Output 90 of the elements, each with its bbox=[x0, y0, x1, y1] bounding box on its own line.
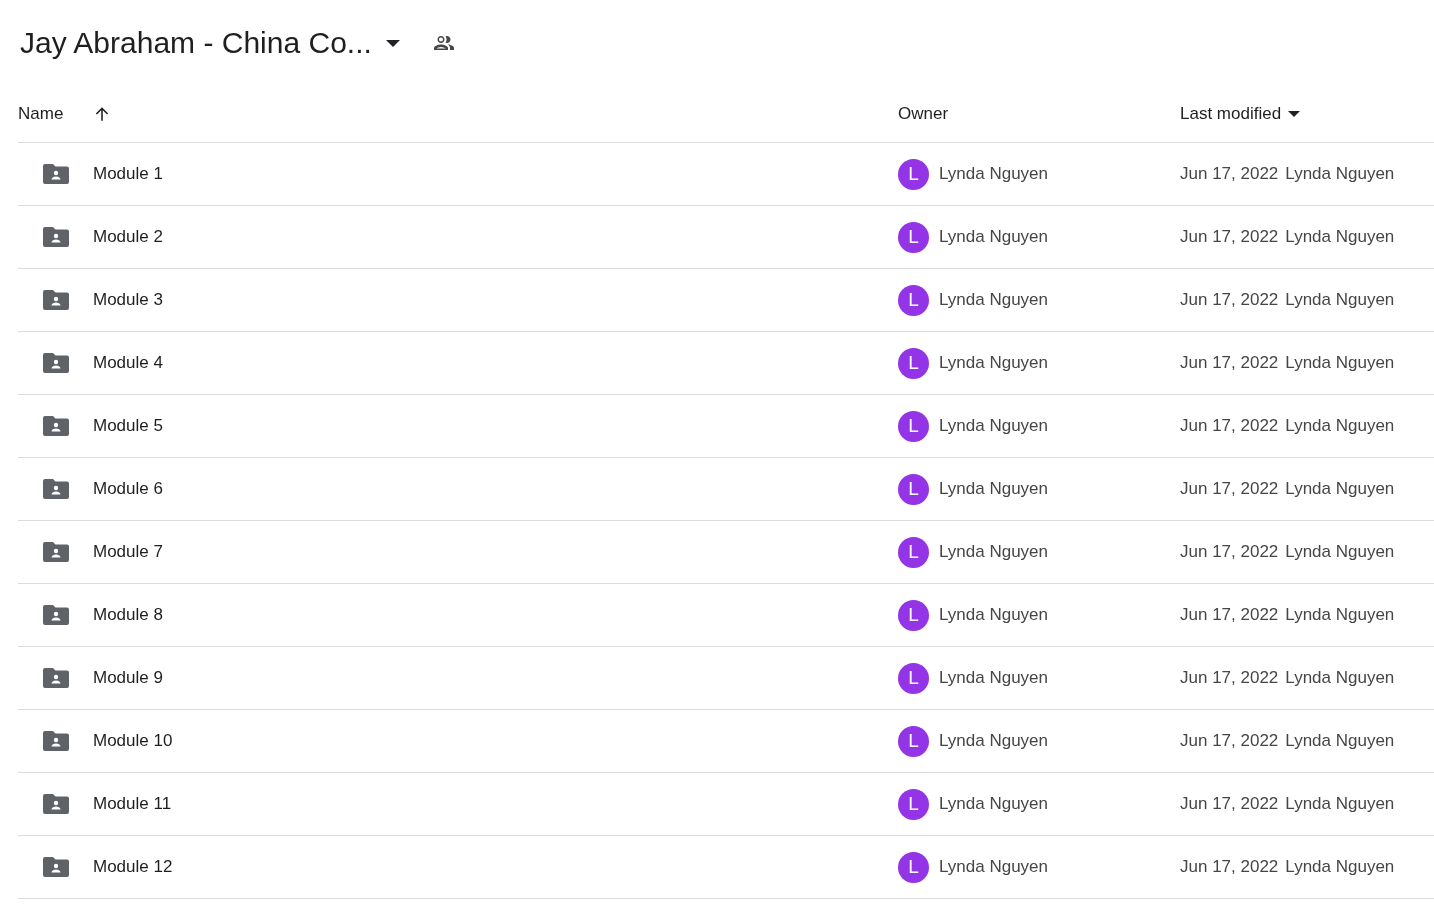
folder-name: Module 5 bbox=[93, 416, 163, 436]
last-modified-column-header[interactable]: Last modified bbox=[1180, 104, 1282, 124]
folder-title-button[interactable]: Jay Abraham - China Co... bbox=[18, 26, 404, 60]
folder-name: Module 2 bbox=[93, 227, 163, 247]
folder-name: Module 10 bbox=[93, 731, 173, 751]
modified-by: Lynda Nguyen bbox=[1285, 605, 1395, 625]
folder-name: Module 8 bbox=[93, 605, 163, 625]
shared-folder-icon bbox=[43, 416, 69, 436]
owner-name: Lynda Nguyen bbox=[939, 542, 1048, 562]
shared-folder-icon bbox=[43, 164, 69, 184]
avatar: L bbox=[898, 788, 929, 820]
modified-by: Lynda Nguyen bbox=[1285, 668, 1395, 688]
owner-name: Lynda Nguyen bbox=[939, 857, 1048, 877]
avatar: L bbox=[898, 851, 929, 883]
modified-date: Jun 17, 2022 bbox=[1180, 416, 1279, 436]
owner-name: Lynda Nguyen bbox=[939, 227, 1048, 247]
modified-date: Jun 17, 2022 bbox=[1180, 353, 1279, 373]
modified-by: Lynda Nguyen bbox=[1285, 227, 1395, 247]
avatar: L bbox=[898, 284, 929, 316]
folder-row[interactable]: Module 6 L Lynda Nguyen Jun 17, 2022 Lynda Nguyen bbox=[18, 458, 1434, 521]
modified-by: Lynda Nguyen bbox=[1285, 542, 1395, 562]
folder-row[interactable]: Module 2 L Lynda Nguyen Jun 17, 2022 Lynda Nguyen bbox=[18, 206, 1434, 269]
modified-date: Jun 17, 2022 bbox=[1180, 605, 1279, 625]
shared-folder-icon bbox=[43, 794, 69, 814]
owner-name: Lynda Nguyen bbox=[939, 164, 1048, 184]
shared-folder-icon bbox=[43, 668, 69, 688]
shared-folder-icon bbox=[43, 227, 69, 247]
folder-name: Module 1 bbox=[93, 164, 163, 184]
modified-date: Jun 17, 2022 bbox=[1180, 227, 1279, 247]
name-column-header[interactable]: Name bbox=[18, 104, 64, 124]
modified-date: Jun 17, 2022 bbox=[1180, 857, 1279, 877]
shared-folder-icon bbox=[43, 290, 69, 310]
folder-row[interactable]: Module 1 L Lynda Nguyen Jun 17, 2022 Lynda Nguyen bbox=[18, 143, 1434, 206]
folder-row[interactable]: Module 11 L Lynda Nguyen Jun 17, 2022 Lynda Nguyen bbox=[18, 773, 1434, 836]
folder-row[interactable]: Module 8 L Lynda Nguyen Jun 17, 2022 Lynda Nguyen bbox=[18, 584, 1434, 647]
folder-row[interactable]: Module 5 L Lynda Nguyen Jun 17, 2022 Lynda Nguyen bbox=[18, 395, 1434, 458]
folder-row[interactable]: Module 9 L Lynda Nguyen Jun 17, 2022 Lynda Nguyen bbox=[18, 647, 1434, 710]
folder-name: Module 3 bbox=[93, 290, 163, 310]
modified-date: Jun 17, 2022 bbox=[1180, 290, 1279, 310]
owner-name: Lynda Nguyen bbox=[939, 794, 1048, 814]
avatar: L bbox=[898, 536, 929, 568]
folder-name: Module 4 bbox=[93, 353, 163, 373]
folder-row[interactable]: Module 4 L Lynda Nguyen Jun 17, 2022 Lynda Nguyen bbox=[18, 332, 1434, 395]
modified-date: Jun 17, 2022 bbox=[1180, 668, 1279, 688]
avatar: L bbox=[898, 662, 929, 694]
folder-name: Module 12 bbox=[93, 857, 173, 877]
folder-row[interactable]: Module 3 L Lynda Nguyen Jun 17, 2022 Lynda Nguyen bbox=[18, 269, 1434, 332]
modified-by: Lynda Nguyen bbox=[1285, 479, 1395, 499]
avatar: L bbox=[898, 599, 929, 631]
avatar: L bbox=[898, 410, 929, 442]
modified-date: Jun 17, 2022 bbox=[1180, 731, 1279, 751]
modified-date: Jun 17, 2022 bbox=[1180, 542, 1279, 562]
modified-date: Jun 17, 2022 bbox=[1180, 164, 1279, 184]
avatar: L bbox=[898, 473, 929, 505]
owner-name: Lynda Nguyen bbox=[939, 668, 1048, 688]
owner-column-header: Owner bbox=[898, 104, 949, 124]
owner-name: Lynda Nguyen bbox=[939, 353, 1048, 373]
avatar: L bbox=[898, 347, 929, 379]
folder-row[interactable]: Module 10 L Lynda Nguyen Jun 17, 2022 Lynda Nguyen bbox=[18, 710, 1434, 773]
owner-name: Lynda Nguyen bbox=[939, 416, 1048, 436]
owner-name: Lynda Nguyen bbox=[939, 731, 1048, 751]
folder-name: Module 11 bbox=[93, 794, 172, 814]
modified-date: Jun 17, 2022 bbox=[1180, 794, 1279, 814]
folder-name: Module 6 bbox=[93, 479, 163, 499]
caret-icon bbox=[385, 39, 400, 47]
modified-by: Lynda Nguyen bbox=[1285, 416, 1395, 436]
folder-name: Module 7 bbox=[93, 542, 163, 562]
modified-by: Lynda Nguyen bbox=[1285, 353, 1395, 373]
avatar: L bbox=[898, 221, 929, 253]
owner-name: Lynda Nguyen bbox=[939, 290, 1048, 310]
modified-by: Lynda Nguyen bbox=[1285, 164, 1395, 184]
shared-folder-icon bbox=[43, 731, 69, 751]
shared-folder-icon bbox=[43, 479, 69, 499]
caret-icon[interactable] bbox=[1288, 111, 1301, 117]
avatar: L bbox=[898, 158, 929, 190]
avatar: L bbox=[898, 725, 929, 757]
owner-name: Lynda Nguyen bbox=[939, 605, 1048, 625]
folder-name: Module 9 bbox=[93, 668, 163, 688]
folder-row[interactable]: Module 12 L Lynda Nguyen Jun 17, 2022 Lynda Nguyen bbox=[18, 836, 1434, 899]
modified-by: Lynda Nguyen bbox=[1285, 731, 1395, 751]
shared-folder-icon bbox=[43, 857, 69, 877]
modified-date: Jun 17, 2022 bbox=[1180, 479, 1279, 499]
shared-folder-icon bbox=[43, 542, 69, 562]
owner-name: Lynda Nguyen bbox=[939, 479, 1048, 499]
shared-folder-icon bbox=[43, 353, 69, 373]
folder-row[interactable]: Module 7 L Lynda Nguyen Jun 17, 2022 Lynda Nguyen bbox=[18, 521, 1434, 584]
modified-by: Lynda Nguyen bbox=[1285, 794, 1395, 814]
shared-folder-icon bbox=[43, 605, 69, 625]
modified-by: Lynda Nguyen bbox=[1285, 857, 1395, 877]
modified-by: Lynda Nguyen bbox=[1285, 290, 1395, 310]
